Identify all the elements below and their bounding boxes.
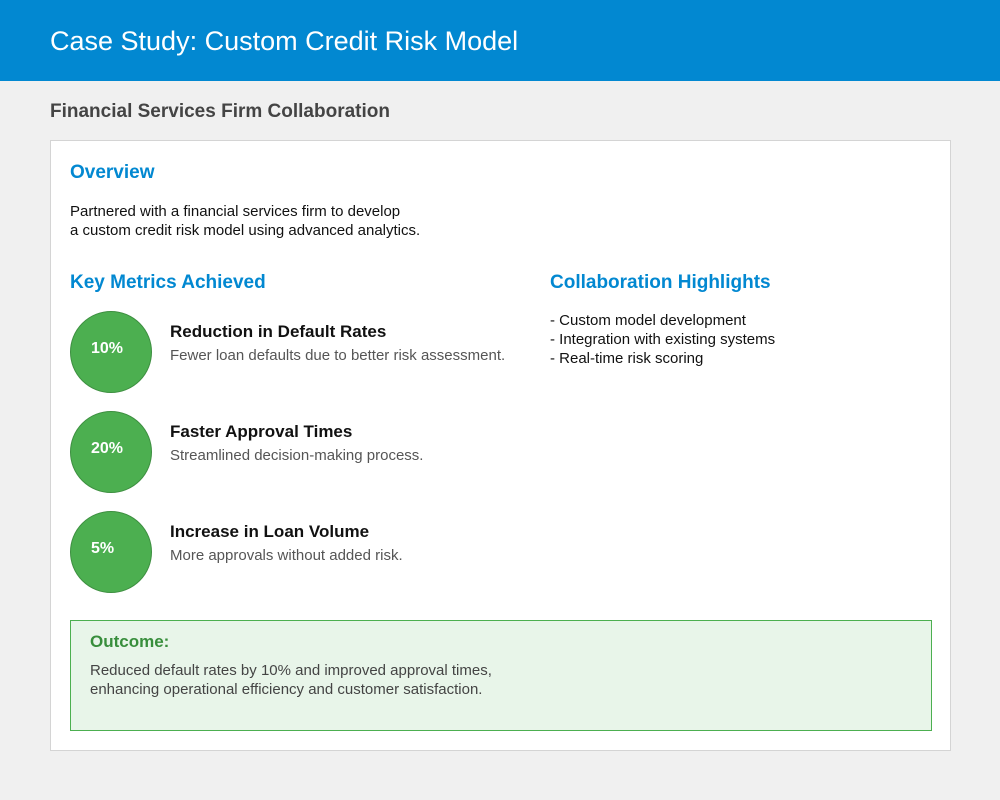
overview-text-line: a custom credit risk model using advance… (70, 222, 421, 239)
outcome-text-line: enhancing operational efficiency and cus… (90, 681, 483, 698)
page-subtitle: Financial Services Firm Collaboration (50, 101, 390, 122)
page-title: Case Study: Custom Credit Risk Model (50, 26, 519, 56)
outcome-text-line: Reduced default rates by 10% and improve… (90, 662, 492, 679)
metric-value: 10% (91, 340, 124, 357)
page-header: Case Study: Custom Credit Risk Model (0, 0, 1000, 81)
metric-item: 20% Faster Approval Times Streamlined de… (70, 411, 540, 493)
metric-value: 5% (91, 540, 115, 557)
metric-title: Increase in Loan Volume (170, 522, 370, 541)
collaboration-highlights-heading: Collaboration Highlights (550, 272, 771, 293)
overview-text: Partnered with a financial services firm… (70, 202, 490, 240)
highlight-item: - Custom model development (550, 312, 746, 329)
overview-heading: Overview (70, 162, 155, 183)
outcome-box: Outcome: Reduced default rates by 10% an… (70, 620, 932, 731)
highlight-item: - Real-time risk scoring (550, 350, 704, 367)
highlights-list: - Custom model development - Integration… (550, 311, 775, 368)
key-metrics-heading: Key Metrics Achieved (70, 272, 266, 293)
outcome-heading: Outcome: (90, 632, 170, 651)
metric-circle: 10% (70, 311, 152, 393)
outcome-text: Reduced default rates by 10% and improve… (90, 661, 550, 699)
metric-title: Faster Approval Times (170, 422, 353, 441)
metric-description: More approvals without added risk. (170, 547, 403, 564)
metric-item: 10% Reduction in Default Rates Fewer loa… (70, 311, 540, 393)
metric-description: Fewer loan defaults due to better risk a… (170, 347, 506, 364)
overview-text-line: Partnered with a financial services firm… (70, 203, 401, 220)
metric-title: Reduction in Default Rates (170, 322, 387, 341)
metric-circle: 5% (70, 511, 152, 593)
highlight-item: - Integration with existing systems (550, 331, 776, 348)
metric-value: 20% (91, 440, 124, 457)
metric-item: 5% Increase in Loan Volume More approval… (70, 511, 540, 593)
metric-circle: 20% (70, 411, 152, 493)
metric-description: Streamlined decision-making process. (170, 447, 424, 464)
case-study-card: Overview Partnered with a financial serv… (50, 140, 951, 751)
